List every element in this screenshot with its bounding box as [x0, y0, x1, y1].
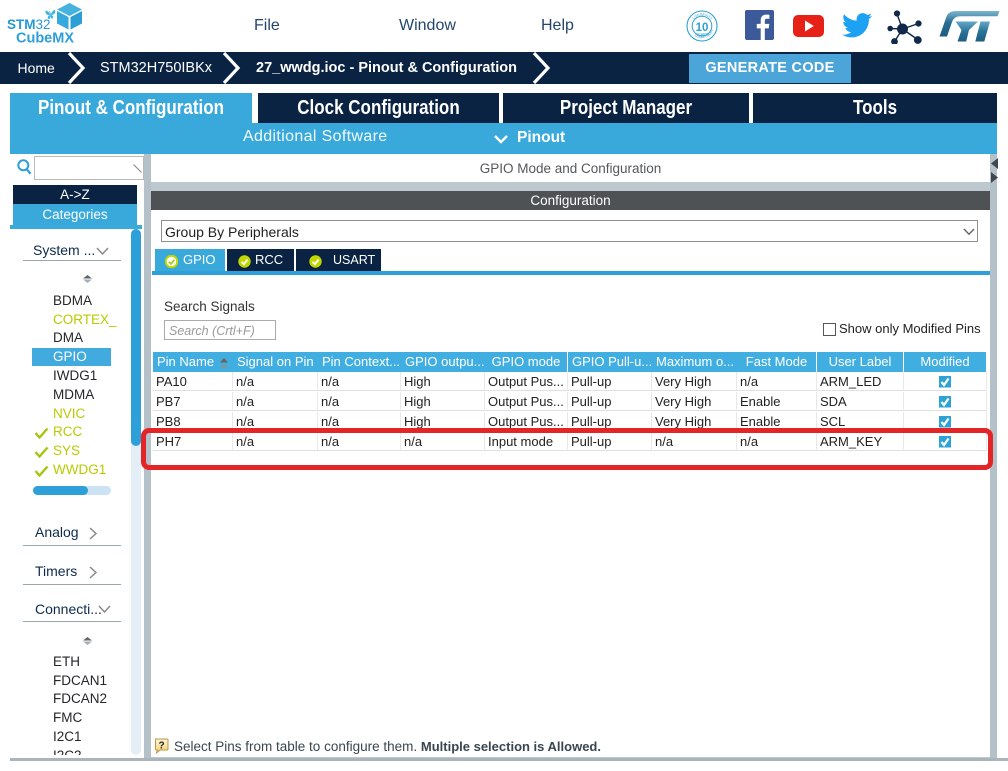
svg-text:YEARS: YEARS [696, 33, 709, 37]
svg-text:?: ? [158, 741, 164, 752]
svg-text:CubeMX: CubeMX [16, 31, 74, 47]
